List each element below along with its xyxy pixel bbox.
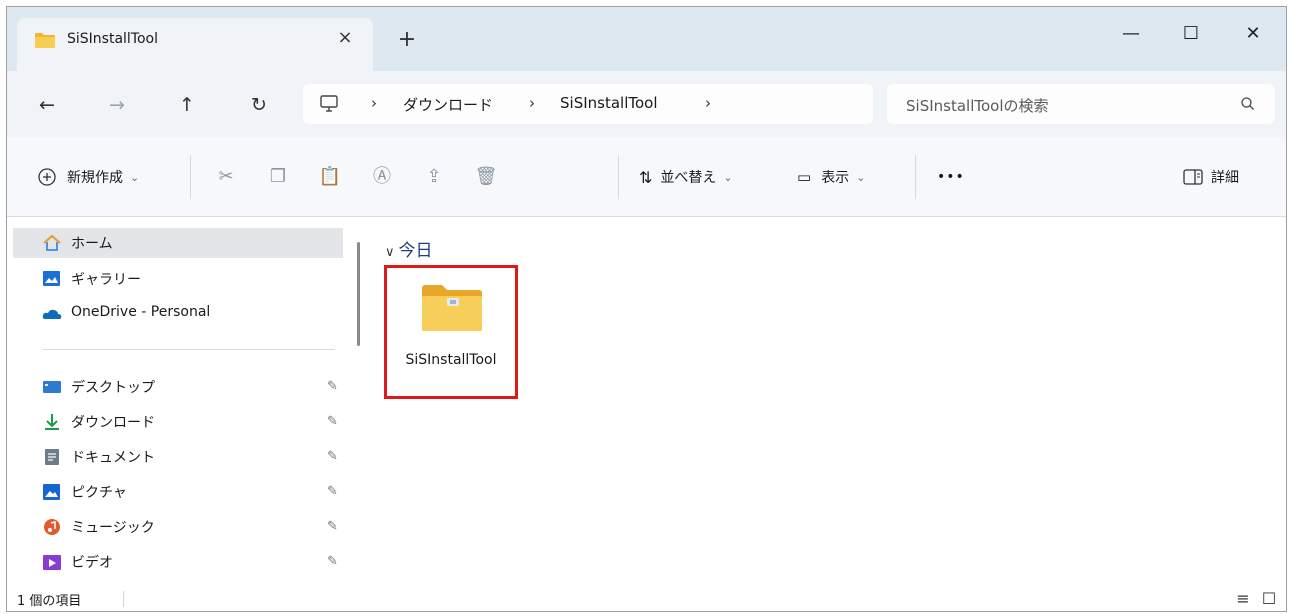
refresh-button[interactable]: ↻: [245, 91, 273, 119]
sidebar-item-label: デスクトップ: [71, 380, 155, 396]
address-bar[interactable]: › ダウンロード › SiSInstallTool ›: [303, 84, 873, 124]
gallery-icon: [43, 271, 60, 286]
new-button[interactable]: 新規作成 ⌄: [37, 165, 139, 189]
share-icon[interactable]: ⇪: [422, 165, 446, 189]
folder-icon: [35, 33, 55, 48]
back-button[interactable]: ←: [33, 91, 61, 119]
tab-title: SiSInstallTool: [67, 31, 158, 47]
file-explorer-window: SiSInstallTool × + — ☐ ✕ ← → ↑ ↻ › ダウンロー…: [6, 6, 1287, 612]
tab-sisinstalltool[interactable]: SiSInstallTool ×: [17, 18, 373, 71]
sidebar-item-videos[interactable]: ビデオ ✎: [13, 547, 343, 577]
pin-icon: ✎: [327, 414, 338, 429]
address-row: ← → ↑ ↻ › ダウンロード › SiSInstallTool › SiSI…: [7, 71, 1286, 137]
item-count: 1 個の項目: [17, 594, 82, 609]
sidebar-item-music[interactable]: ミュージック ✎: [13, 512, 343, 542]
toolbar-divider: [190, 155, 191, 199]
status-bar: 1 個の項目 ≡ ☐: [7, 585, 1286, 611]
music-icon: [44, 519, 60, 535]
pin-icon: ✎: [327, 484, 338, 499]
minimize-button[interactable]: —: [1111, 19, 1151, 49]
onedrive-icon: [42, 309, 62, 319]
sidebar-item-label: ビデオ: [71, 555, 113, 571]
toolbar-divider: [915, 155, 916, 199]
sidebar-item-label: ギャラリー: [71, 272, 141, 288]
sidebar-item-pictures[interactable]: ピクチャ ✎: [13, 477, 343, 507]
sidebar-item-home[interactable]: ホーム: [13, 228, 343, 258]
maximize-button[interactable]: ☐: [1171, 19, 1211, 49]
sidebar-item-label: ミュージック: [71, 520, 155, 536]
documents-icon: [45, 449, 59, 465]
close-window-button[interactable]: ✕: [1233, 19, 1273, 49]
sidebar-item-label: OneDrive - Personal: [71, 304, 211, 320]
navigation-pane: ホーム ギャラリー OneDrive - Personal デスクトップ ✎ ダ…: [7, 218, 343, 585]
new-tab-button[interactable]: +: [395, 29, 419, 53]
sidebar-item-label: ドキュメント: [71, 450, 155, 466]
chevron-down-icon: ⌄: [856, 170, 866, 184]
chevron-down-icon: ⌄: [723, 170, 733, 184]
details-label: 詳細: [1211, 170, 1239, 186]
sidebar-item-label: ダウンロード: [71, 415, 155, 431]
breadcrumb-separator: ›: [529, 94, 535, 112]
pin-icon: ✎: [327, 519, 338, 534]
new-label: 新規作成: [67, 170, 123, 186]
search-icon: [1241, 97, 1254, 110]
breadcrumb-sisinstalltool[interactable]: SiSInstallTool: [560, 94, 658, 112]
folder-item-sisinstalltool[interactable]: SiSInstallTool: [384, 265, 518, 399]
details-view-icon[interactable]: ≡: [1233, 589, 1253, 609]
videos-icon: [43, 555, 61, 570]
sidebar-item-desktop[interactable]: デスクトップ ✎: [13, 372, 343, 402]
more-options-button[interactable]: •••: [937, 165, 965, 189]
sort-label: 並べ替え: [660, 170, 717, 186]
details-pane-button[interactable]: 詳細: [1183, 165, 1239, 189]
title-bar: SiSInstallTool × + — ☐ ✕: [7, 7, 1286, 71]
sidebar-item-onedrive[interactable]: OneDrive - Personal: [13, 299, 343, 329]
pin-icon: ✎: [327, 554, 338, 569]
pin-icon: ✎: [327, 449, 338, 464]
group-header-today[interactable]: ∨ 今日: [385, 236, 433, 261]
breadcrumb-separator: ›: [705, 94, 711, 112]
tiles-view-icon[interactable]: ☐: [1259, 589, 1279, 609]
sort-icon: ⇅: [639, 167, 653, 187]
view-button[interactable]: ▭ 表示 ⌄: [797, 165, 865, 189]
toolbar-divider: [618, 155, 619, 199]
search-box[interactable]: SiSInstallToolの検索: [887, 84, 1275, 124]
delete-icon[interactable]: 🗑: [474, 165, 498, 189]
cut-icon[interactable]: ✂: [214, 165, 238, 189]
sidebar-divider: [43, 349, 335, 350]
rename-icon[interactable]: Ⓐ: [370, 165, 394, 189]
desktop-icon: [43, 381, 61, 393]
file-list: ∨ 今日 SiSInstallTool: [367, 218, 1286, 585]
pictures-icon: [43, 484, 60, 500]
sidebar-item-label: ホーム: [71, 236, 113, 252]
chevron-down-icon: ∨: [385, 245, 395, 260]
breadcrumb-separator: ›: [371, 94, 377, 112]
details-pane-icon: [1183, 169, 1203, 185]
sidebar-item-documents[interactable]: ドキュメント ✎: [13, 442, 343, 472]
paste-icon[interactable]: 📋: [318, 165, 342, 189]
navigation-scrollbar[interactable]: [357, 242, 360, 346]
up-button[interactable]: ↑: [173, 91, 201, 119]
status-divider: [123, 591, 124, 607]
close-tab-icon[interactable]: ×: [333, 26, 357, 50]
view-icon: ▭: [797, 168, 812, 186]
sidebar-item-gallery[interactable]: ギャラリー: [13, 264, 343, 294]
home-icon: [43, 234, 61, 251]
group-header-label: 今日: [398, 241, 433, 261]
sort-button[interactable]: ⇅ 並べ替え ⌄: [639, 165, 733, 189]
chevron-down-icon: ⌄: [130, 170, 140, 184]
download-icon: [45, 414, 59, 430]
breadcrumb-downloads[interactable]: ダウンロード: [403, 94, 493, 115]
search-input[interactable]: SiSInstallToolの検索: [906, 95, 1049, 116]
this-pc-icon: [320, 95, 338, 112]
command-bar: 新規作成 ⌄ ✂ ❐ 📋 Ⓐ ⇪ 🗑 ⇅ 並べ替え ⌄ ▭ 表示 ⌄ ••• 詳…: [7, 137, 1286, 217]
folder-name: SiSInstallTool: [405, 352, 497, 368]
sidebar-item-downloads[interactable]: ダウンロード ✎: [13, 407, 343, 437]
view-label: 表示: [821, 170, 850, 186]
plus-circle-icon: [38, 168, 56, 186]
forward-button[interactable]: →: [103, 91, 131, 119]
pin-icon: ✎: [327, 379, 338, 394]
folder-icon: [422, 285, 482, 331]
sidebar-item-label: ピクチャ: [71, 485, 127, 501]
copy-icon[interactable]: ❐: [266, 165, 290, 189]
